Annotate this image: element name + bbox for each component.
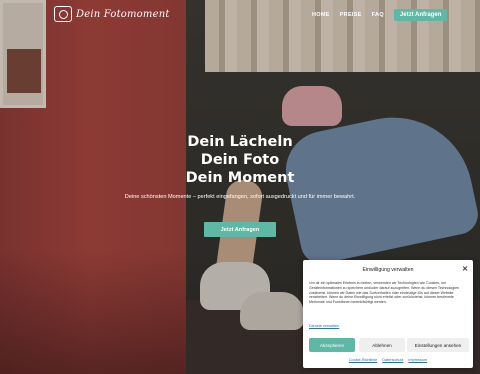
- cookie-dialog-title: Einwilligung verwalten: [362, 267, 414, 273]
- nav-home[interactable]: HOME: [312, 12, 330, 18]
- imprint-link[interactable]: Impressum: [408, 358, 427, 362]
- hero-subtitle: Deine schönsten Momente – perfekt eingef…: [124, 194, 356, 200]
- accept-button[interactable]: Akzeptieren: [309, 338, 355, 352]
- nav-faq[interactable]: FAQ: [372, 12, 384, 18]
- cookie-policy-link[interactable]: Cookie-Richtlinie: [349, 358, 378, 362]
- cookie-consent-dialog: Einwilligung verwalten ✕ Um dir ein opti…: [303, 260, 473, 368]
- reject-button[interactable]: Ablehnen: [359, 338, 405, 352]
- header-cta-button[interactable]: Jetzt Anfragen: [393, 9, 448, 21]
- cookie-dialog-text: Um dir ein optimales Erlebnis zu bieten,…: [309, 281, 460, 305]
- main-nav: HOME PREISE FAQ Jetzt Anfragen: [312, 9, 448, 21]
- hero-cta-button[interactable]: Jetzt Anfragen: [204, 222, 276, 237]
- hero-headline-2: Dein Foto: [200, 152, 280, 168]
- cookie-dialog-footer: Cookie-Richtlinie Datenschutz Impressum: [303, 358, 473, 362]
- nav-preise[interactable]: PREISE: [340, 12, 362, 18]
- hero-headline-3: Dein Moment: [185, 170, 295, 186]
- site-logo[interactable]: Dein Fotomoment: [54, 6, 170, 22]
- privacy-link[interactable]: Datenschutz: [382, 358, 403, 362]
- logo-text: Dein Fotomoment: [76, 8, 170, 20]
- manage-services-link[interactable]: Dienste verwalten: [309, 324, 339, 328]
- hero-headline-1: Dein Lächeln: [187, 134, 293, 150]
- close-icon[interactable]: ✕: [462, 265, 468, 273]
- site-header: Dein Fotomoment HOME PREISE FAQ Jetzt An…: [0, 0, 480, 30]
- view-settings-button[interactable]: Einstellungen ansehen: [407, 338, 469, 352]
- camera-icon: [54, 6, 72, 22]
